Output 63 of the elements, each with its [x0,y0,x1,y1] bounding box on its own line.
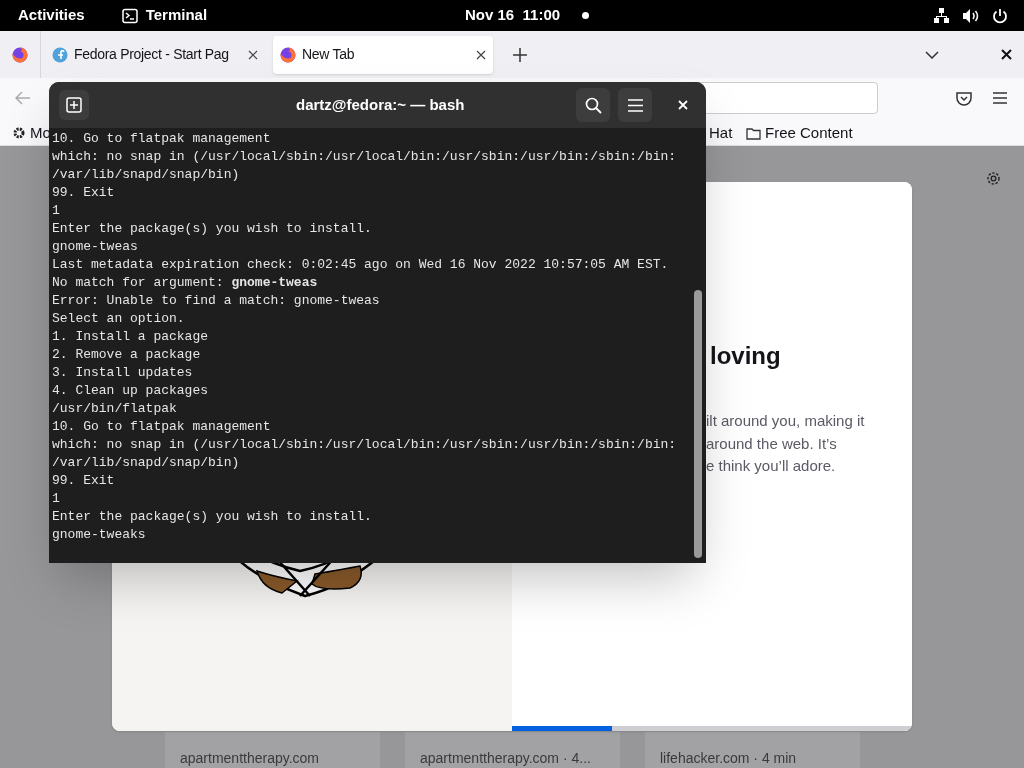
window-title: dartz@fedora:~ — bash [296,94,465,115]
terminal-line: 10. Go to flatpak management [52,130,272,148]
terminal-line: gnome-tweas [52,238,139,256]
search-button[interactable] [576,88,610,122]
power-icon[interactable] [992,7,1008,24]
terminal-icon [121,7,138,24]
clock[interactable]: Nov 16 11:00 [465,4,561,27]
story-card[interactable]: apartmenttherapy.com [165,732,380,768]
terminal-line: 1. Install a package [52,328,210,346]
terminal-line: No match for argument: gnome-tweas [52,274,319,292]
terminal-line: Select an option. [52,310,186,328]
terminal-line: 1 [52,490,61,508]
folder-icon [746,126,761,140]
bookmark-item[interactable]: Hat [709,122,733,145]
card-paragraph: ilt around you, making it around the web. It’s e think you’ll adore. [706,411,865,476]
firefox-icon [280,46,296,63]
terminal-line: which: no snap in (/usr/local/sbin:/usr/local/bin:/usr/sbin:/usr/bin:/sbin:/bin: [52,148,677,166]
pocket-icon[interactable] [956,90,972,106]
new-tab-icon[interactable] [513,47,527,62]
story-card[interactable]: lifehacker.com · 4 min [645,732,860,768]
terminal-line: 99. Exit [52,472,116,490]
terminal-line: 4. Clean up packages [52,382,210,400]
network-icon[interactable] [933,7,950,24]
terminal-line: which: no snap in (/usr/local/sbin:/usr/local/bin:/usr/sbin:/usr/bin:/sbin:/bin: [52,436,677,454]
volume-icon[interactable] [962,7,980,24]
firefox-icon [12,46,28,63]
menu-icon [627,98,643,112]
fedora-icon [52,46,68,63]
gear-icon [12,126,26,141]
close-icon[interactable] [476,49,486,60]
terminal-line: 3. Install updates [52,364,194,382]
settings-icon[interactable] [985,170,1002,187]
terminal-line: 99. Exit [52,184,116,202]
search-icon [584,96,602,114]
close-icon[interactable] [248,49,258,60]
story-source: apartmenttherapy.com [180,750,320,766]
card-heading: loving [710,341,781,371]
browser-tab[interactable]: Fedora Project - Start Pag [45,35,265,74]
terminal-line: gnome-tweaks [52,526,147,544]
menu-icon[interactable] [993,92,1007,104]
menu-button[interactable] [618,88,652,122]
terminal-line: Error: Unable to find a match: gnome-tweas [52,292,381,310]
app-menu[interactable]: Terminal [145,4,208,27]
bookmark-item[interactable]: Free Content [746,122,853,145]
new-tab-button[interactable] [59,90,89,120]
browser-tab[interactable]: New Tab [273,35,493,74]
terminal-line: 2. Remove a package [52,346,202,364]
close-icon[interactable] [1001,49,1012,60]
plus-box-icon [66,97,82,113]
terminal-line: Enter the package(s) you wish to install. [52,508,373,526]
terminal-line: /var/lib/snapd/snap/bin) [52,166,241,184]
terminal-line: 1 [52,202,61,220]
scrollbar-thumb[interactable] [694,290,702,558]
story-source: apartmenttherapy.com · 4... [420,750,591,766]
story-source: lifehacker.com · 4 min [660,750,797,766]
terminal-line: /usr/bin/flatpak [52,400,178,418]
activities-button[interactable]: Activities [18,4,85,27]
terminal-line: Enter the package(s) you wish to install. [52,220,373,238]
chevron-down-icon[interactable] [925,50,939,59]
terminal-line: Last metadata expiration check: 0:02:45 ago on Wed 16 Nov 2022 10:57:05 AM EST. [52,256,670,274]
terminal-line: 10. Go to flatpak management [52,418,272,436]
story-card[interactable]: apartmenttherapy.com · 4... [405,732,620,768]
terminal-line: /var/lib/snapd/snap/bin) [52,454,241,472]
